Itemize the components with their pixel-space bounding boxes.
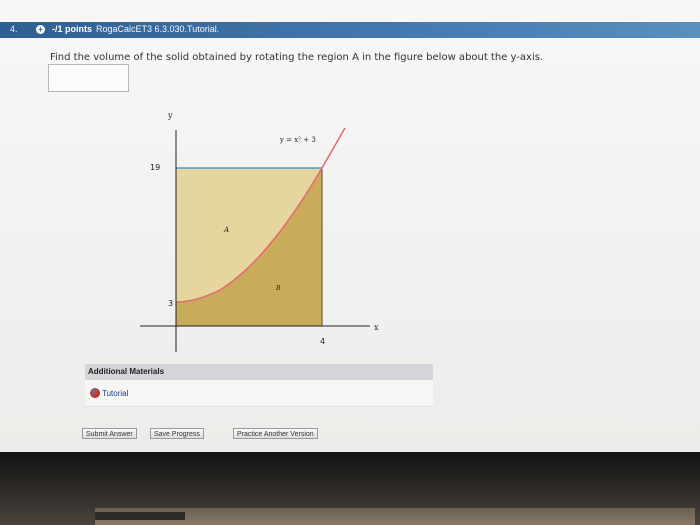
tutorial-label: Tutorial <box>102 389 129 398</box>
practice-another-version-button[interactable]: Practice Another Version <box>233 428 318 439</box>
submit-answer-button[interactable]: Submit Answer <box>82 428 137 439</box>
curve-label: y = x² + 3 <box>279 136 316 144</box>
region-b-label: B <box>275 285 281 292</box>
save-progress-button[interactable]: Save Progress <box>150 428 204 439</box>
additional-materials-header: Additional Materials <box>85 364 433 380</box>
screen: 4. + -/1 points RogaCalcET3 6.3.030.Tuto… <box>0 0 700 452</box>
y-tick-3: 3 <box>168 299 173 308</box>
tutorial-icon <box>90 388 100 398</box>
bezel-notch <box>95 512 185 520</box>
region-a-label: A <box>223 226 229 234</box>
bezel-strip <box>95 508 695 525</box>
y-tick-19: 19 <box>150 163 160 172</box>
additional-materials-title: Additional Materials <box>88 367 165 376</box>
additional-materials-panel: Tutorial <box>85 380 433 407</box>
x-axis-label: x <box>374 323 379 332</box>
y-axis-label: y <box>167 111 173 120</box>
x-tick-4: 4 <box>320 337 325 346</box>
